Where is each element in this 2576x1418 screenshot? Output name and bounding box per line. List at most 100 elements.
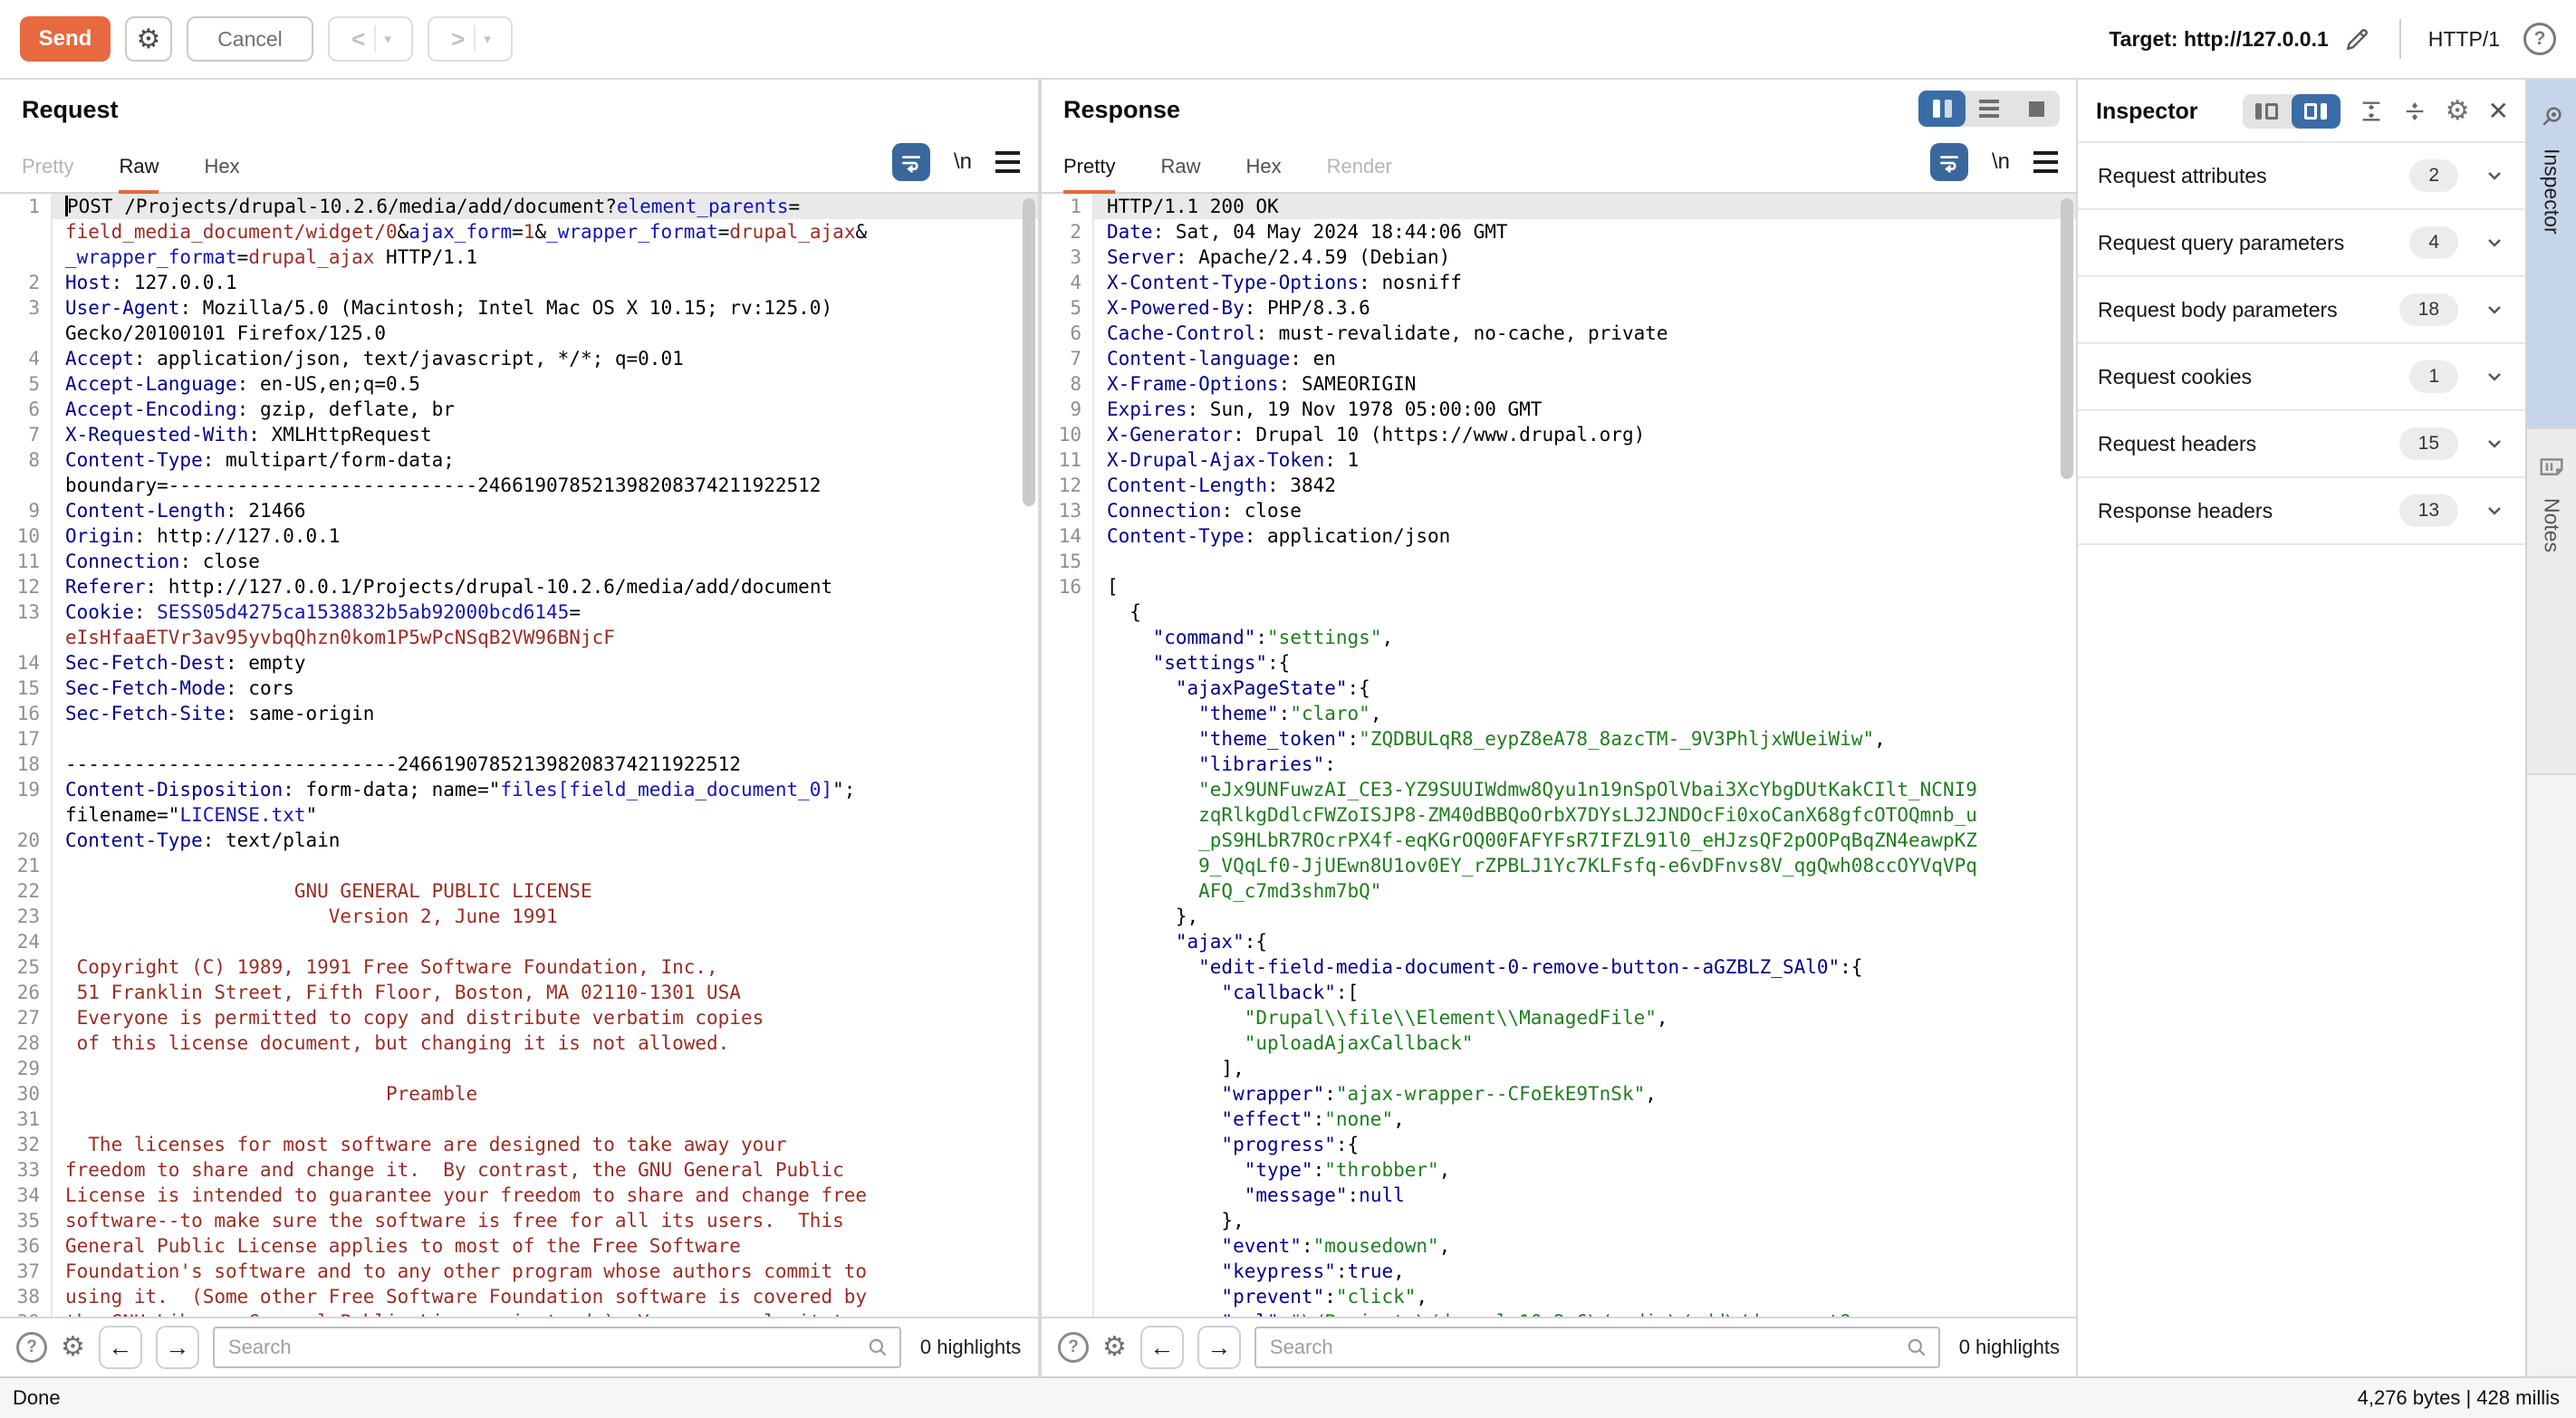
- line-number: 7: [0, 422, 53, 447]
- search-next-button[interactable]: →: [1197, 1326, 1241, 1369]
- line-content: Copyright (C) 1989, 1991 Free Software F…: [53, 954, 1038, 980]
- line-number: 26: [0, 980, 53, 1005]
- side-tab-notes[interactable]: Notes: [2527, 427, 2576, 775]
- layout-single-button[interactable]: [2013, 91, 2060, 127]
- next-request-button[interactable]: > ▾: [428, 16, 513, 62]
- request-scrollbar[interactable]: [1023, 196, 1035, 1314]
- response-panel-header: Response PrettyRawHexRender \n: [1042, 80, 2076, 194]
- line-number: [0, 625, 53, 650]
- line-content: Connection: close: [1094, 498, 2076, 523]
- show-newlines-toggle-icon[interactable]: \n: [1992, 149, 2010, 175]
- expand-all-icon[interactable]: [2359, 99, 2384, 124]
- inspector-section-request-cookies[interactable]: Request cookies1: [2078, 344, 2525, 411]
- code-line: "eJx9UNFuwzAI_CE3-YZ9SUUIWdmw8Qyu1n19nSp…: [1042, 777, 2076, 802]
- inspector-section-request-query-parameters[interactable]: Request query parameters4: [2078, 210, 2525, 277]
- tab-raw[interactable]: Raw: [1160, 155, 1200, 194]
- dock-left-button[interactable]: [2243, 94, 2292, 129]
- chevron-down-icon[interactable]: [2484, 433, 2505, 455]
- response-search-input[interactable]: [1254, 1327, 1940, 1368]
- previous-request-button[interactable]: < ▾: [328, 16, 413, 62]
- search-settings-gear-icon[interactable]: ⚙: [1102, 1334, 1127, 1361]
- tab-raw[interactable]: Raw: [119, 155, 159, 194]
- search-settings-gear-icon[interactable]: ⚙: [61, 1334, 85, 1361]
- line-content: 9_VQqLf0-JjUEwn8U1ov0EY_rZPBLJ1Yc7KLFsfq…: [1094, 853, 2076, 878]
- search-help-icon[interactable]: ?: [1058, 1332, 1089, 1363]
- code-line: 17: [0, 726, 1038, 752]
- request-title: Request: [0, 80, 1038, 124]
- show-newlines-toggle-icon[interactable]: \n: [954, 149, 972, 175]
- divider: [2399, 19, 2401, 59]
- search-previous-button[interactable]: ←: [99, 1326, 142, 1369]
- inspector-section-request-body-parameters[interactable]: Request body parameters18: [2078, 277, 2525, 344]
- request-search-input[interactable]: [213, 1327, 901, 1368]
- code-line: 28 of this license document, but changin…: [0, 1030, 1038, 1056]
- response-search-bar: ? ⚙ ← → 0 highlights: [1042, 1317, 2076, 1376]
- line-number: [1042, 828, 1094, 853]
- line-number: 31: [0, 1107, 53, 1132]
- tab-pretty[interactable]: Pretty: [1063, 155, 1115, 194]
- word-wrap-toggle-icon[interactable]: [1930, 143, 1968, 181]
- line-content: Date: Sat, 04 May 2024 18:44:06 GMT: [1094, 219, 2076, 244]
- search-previous-button[interactable]: ←: [1140, 1326, 1184, 1369]
- response-scrollbar[interactable]: [2061, 196, 2073, 1314]
- code-line: 33freedom to share and change it. By con…: [0, 1157, 1038, 1183]
- layout-columns-button[interactable]: [1918, 91, 1966, 127]
- side-tab-inspector[interactable]: Inspector: [2527, 80, 2576, 427]
- tab-hex[interactable]: Hex: [204, 155, 239, 194]
- line-content: -----------------------------24661907852…: [53, 752, 1038, 777]
- tab-render[interactable]: Render: [1327, 155, 1392, 194]
- chevron-down-icon[interactable]: [2484, 165, 2505, 187]
- line-number: [0, 473, 53, 498]
- code-line: 9Content-Length: 21466: [0, 498, 1038, 523]
- inspector-section-response-headers[interactable]: Response headers13: [2078, 478, 2525, 545]
- word-wrap-toggle-icon[interactable]: [892, 143, 930, 181]
- line-content: "theme":"claro",: [1094, 701, 2076, 726]
- response-panel: Response PrettyRawHexRender \n: [1042, 80, 2076, 1376]
- editor-menu-icon[interactable]: [2033, 151, 2058, 173]
- editor-menu-icon[interactable]: [995, 151, 1020, 173]
- inspector-settings-gear-icon[interactable]: ⚙: [2446, 98, 2470, 125]
- search-next-button[interactable]: →: [156, 1326, 199, 1369]
- chevron-down-icon[interactable]: [2484, 500, 2505, 522]
- send-settings-gear-button[interactable]: ⚙: [125, 16, 172, 62]
- scrollbar-thumb[interactable]: [1023, 198, 1035, 506]
- line-content: HTTP/1.1 200 OK: [1094, 194, 2076, 219]
- top-toolbar: Send ⚙ Cancel < ▾ > ▾ Target: http://127…: [0, 0, 2576, 80]
- line-number: 11: [0, 549, 53, 574]
- code-line: 6Accept-Encoding: gzip, deflate, br: [0, 397, 1038, 422]
- inspector-section-request-headers[interactable]: Request headers15: [2078, 411, 2525, 478]
- tab-hex[interactable]: Hex: [1245, 155, 1281, 194]
- dock-right-button[interactable]: [2292, 94, 2341, 129]
- line-number: 7: [1042, 346, 1094, 371]
- code-line: 2Host: 127.0.0.1: [0, 270, 1038, 295]
- line-content: zqRlkgDdlcFWZoISJP8-ZM40dBBQoOrbX7DYsLJ2…: [1094, 802, 2076, 828]
- code-line: "type":"throbber",: [1042, 1157, 2076, 1183]
- help-icon[interactable]: ?: [2523, 23, 2556, 55]
- request-editor[interactable]: 1POST /Projects/drupal-10.2.6/media/add/…: [0, 194, 1038, 1317]
- response-editor[interactable]: 1HTTP/1.1 200 OK2Date: Sat, 04 May 2024 …: [1042, 194, 2076, 1317]
- code-line: "message":null: [1042, 1183, 2076, 1208]
- send-button[interactable]: Send: [20, 16, 111, 62]
- scrollbar-thumb[interactable]: [2061, 198, 2073, 479]
- chevron-down-icon[interactable]: [2484, 232, 2505, 254]
- cancel-button[interactable]: Cancel: [187, 16, 313, 62]
- chevron-down-icon[interactable]: [2484, 366, 2505, 388]
- line-number: 22: [0, 878, 53, 904]
- edit-target-pencil-icon[interactable]: [2343, 24, 2372, 53]
- code-line: 7X-Requested-With: XMLHttpRequest: [0, 422, 1038, 447]
- code-line: "theme":"claro",: [1042, 701, 2076, 726]
- line-content: using it. (Some other Free Software Foun…: [53, 1284, 1038, 1309]
- code-line: 18-----------------------------246619078…: [0, 752, 1038, 777]
- http-version-selector[interactable]: HTTP/1: [2428, 27, 2500, 52]
- inspector-section-request-attributes[interactable]: Request attributes2: [2078, 143, 2525, 210]
- code-line: "libraries":: [1042, 752, 2076, 777]
- code-line: 31: [0, 1107, 1038, 1132]
- search-help-icon[interactable]: ?: [16, 1332, 47, 1363]
- tab-pretty[interactable]: Pretty: [22, 155, 73, 194]
- line-content: Content-Length: 3842: [1094, 473, 2076, 498]
- code-line: _wrapper_format=drupal_ajax HTTP/1.1: [0, 244, 1038, 270]
- chevron-down-icon[interactable]: [2484, 299, 2505, 321]
- layout-rows-button[interactable]: [1966, 91, 2013, 127]
- collapse-all-icon[interactable]: [2402, 99, 2427, 124]
- inspector-close-icon[interactable]: ✕: [2488, 99, 2509, 124]
